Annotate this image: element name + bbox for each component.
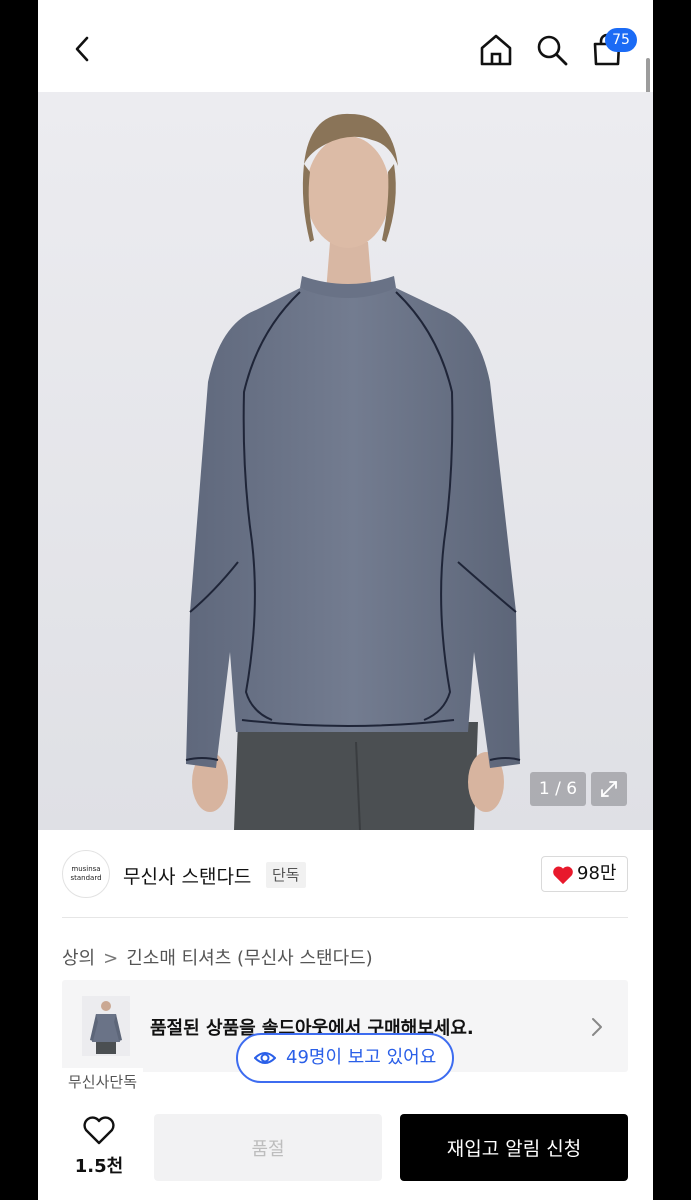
eye-icon xyxy=(254,1052,276,1064)
divider xyxy=(62,917,628,918)
breadcrumb-item-subcategory[interactable]: 긴소매 티셔츠 (무신사 스탠다드) xyxy=(126,948,373,969)
restock-alert-button[interactable]: 재입고 알림 신청 xyxy=(400,1114,628,1181)
wish-count: 1.5천 xyxy=(74,1156,124,1177)
breadcrumb-separator: > xyxy=(103,948,119,969)
model-photo xyxy=(38,92,653,830)
home-icon[interactable] xyxy=(478,32,514,68)
back-arrow-icon[interactable] xyxy=(68,34,98,64)
brand-logo-text-2: standard xyxy=(70,874,102,882)
gallery-pager: 1 / 6 xyxy=(530,772,586,806)
brand-name[interactable]: 무신사 스탠다드 xyxy=(123,862,251,889)
brand-logo[interactable]: musinsa standard xyxy=(62,850,110,898)
brand-like-button[interactable]: 98만 xyxy=(541,856,628,892)
product-thumbnail xyxy=(82,996,130,1056)
cart-count-badge: 75 xyxy=(605,28,637,52)
product-image[interactable] xyxy=(38,92,653,830)
product-screen: 75 1 / 6 musinsa standard 무신사 스탠다드 단독 98… xyxy=(38,0,653,1200)
viewers-count-text: 49명이 보고 있어요 xyxy=(286,1047,437,1068)
expand-image-button[interactable] xyxy=(591,772,627,806)
chevron-right-icon xyxy=(592,1018,602,1036)
search-icon[interactable] xyxy=(535,33,569,67)
bottom-action-bar: 1.5천 품절 재입고 알림 신청 xyxy=(38,1094,653,1200)
expand-icon xyxy=(601,781,617,797)
brand-logo-text-1: musinsa xyxy=(71,865,101,873)
viewers-count-pill: 49명이 보고 있어요 xyxy=(236,1033,454,1083)
brand-like-count: 98만 xyxy=(577,863,617,884)
top-nav-bar: 75 xyxy=(38,0,653,92)
heart-outline-icon[interactable] xyxy=(82,1116,116,1146)
exclusive-badge: 단독 xyxy=(266,862,306,888)
breadcrumb: 상의 > 긴소매 티셔츠 (무신사 스탠다드) xyxy=(62,944,373,970)
heart-filled-icon xyxy=(553,866,573,885)
exclusive-tag: 무신사단독 xyxy=(62,1068,144,1096)
soldout-button: 품절 xyxy=(154,1114,382,1181)
breadcrumb-item-category[interactable]: 상의 xyxy=(62,948,95,969)
